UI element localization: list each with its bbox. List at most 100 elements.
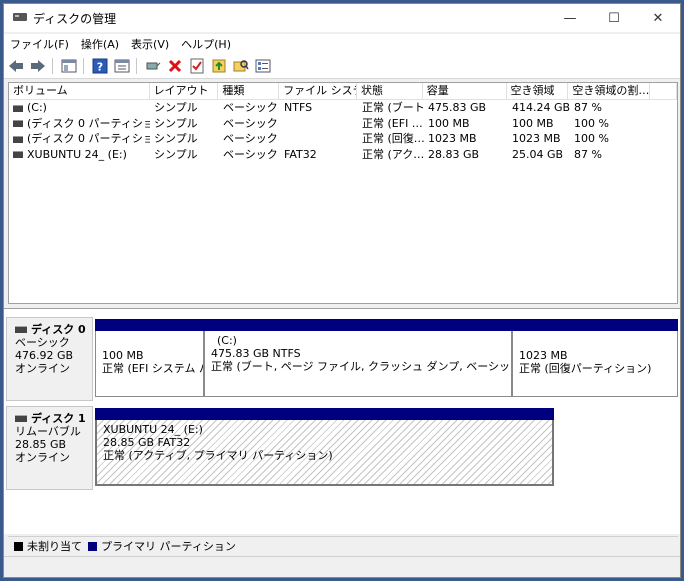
arrow-right-icon	[31, 60, 45, 72]
properties-icon	[114, 59, 130, 73]
legend-unallocated: 未割り当て	[14, 538, 82, 554]
disk-1-name: ディスク 1	[31, 412, 86, 425]
partition-title: (C:)	[217, 334, 237, 347]
maximize-button[interactable]: ☐	[592, 4, 636, 32]
table-row[interactable]: (ディスク 0 パーティション 1) シンプル ベーシック 正常 (EFI … …	[9, 116, 677, 132]
filesystem-cell	[280, 131, 358, 147]
toolbar-separator	[83, 58, 84, 74]
arrow-left-icon	[9, 60, 23, 72]
capacity-cell: 100 MB	[428, 116, 470, 130]
partition-size: 1023 MB	[519, 349, 568, 362]
disk-graphical-view: ディスク 0 ベーシック 476.92 GB オンライン 100 MB 正常 (…	[4, 308, 680, 534]
type-cell: ベーシック	[223, 101, 278, 114]
volume-name-cell: (ディスク 0 パーティション 1)	[9, 116, 150, 132]
disk-management-icon	[13, 12, 27, 24]
volume-list-header: ボリューム レイアウト 種類 ファイル システム 状態 容量 空き領域 空き領域…	[9, 83, 677, 100]
partition-size: 100 MB	[102, 349, 144, 362]
table-row[interactable]: XUBUNTU 24_ (E:) シンプル ベーシック FAT32 正常 (アク…	[9, 147, 677, 163]
svg-text:?: ?	[97, 61, 103, 74]
disk-1-size: 28.85 GB	[15, 438, 67, 451]
column-header-capacity[interactable]: 容量	[423, 83, 507, 99]
table-row[interactable]: (ディスク 0 パーティション 4) シンプル ベーシック 正常 (回復… 10…	[9, 131, 677, 147]
disk-0-partition-recovery[interactable]: 1023 MB 正常 (回復パーティション)	[512, 319, 678, 397]
disk-0-partition-c[interactable]: (C:) 475.83 GB NTFS 正常 (ブート, ページ ファイル, ク…	[204, 319, 512, 397]
capacity-cell: 28.83 GB	[428, 147, 480, 161]
legend-primary-partition: プライマリ パーティション	[88, 538, 236, 554]
filesystem-cell: NTFS	[284, 101, 313, 114]
disk-1-row: ディスク 1 リムーバブル 28.85 GB オンライン XUBUNTU 24_…	[6, 406, 678, 490]
close-button[interactable]: ✕	[636, 4, 680, 32]
help-button[interactable]: ?	[90, 56, 110, 76]
export-button[interactable]	[209, 56, 229, 76]
disk-1-partition-e[interactable]: XUBUNTU 24_ (E:) 28.85 GB FAT32 正常 (アクティ…	[95, 408, 554, 486]
free-space-cell: 25.04 GB	[512, 147, 564, 161]
volume-list: ボリューム レイアウト 種類 ファイル システム 状態 容量 空き領域 空き領域…	[8, 82, 678, 304]
column-header-free-space[interactable]: 空き領域	[507, 83, 569, 99]
type-cell: ベーシック	[223, 147, 278, 161]
disk-0-type: ベーシック	[15, 336, 70, 349]
drive-icon	[13, 151, 23, 158]
menu-help[interactable]: ヘルプ(H)	[175, 36, 237, 52]
forward-button[interactable]	[28, 56, 48, 76]
legend-swatch	[14, 541, 23, 551]
check-button[interactable]	[187, 56, 207, 76]
partition-status: 正常 (アクティブ, プライマリ パーティション)	[103, 449, 333, 462]
delete-x-icon	[168, 59, 182, 73]
disk-0-label[interactable]: ディスク 0 ベーシック 476.92 GB オンライン	[6, 317, 93, 401]
free-space-cell: 1023 MB	[512, 132, 561, 145]
menu-view[interactable]: 表示(V)	[125, 36, 175, 52]
menu-file[interactable]: ファイル(F)	[4, 36, 75, 52]
column-header-volume[interactable]: ボリューム	[9, 83, 150, 99]
search-button[interactable]	[231, 56, 251, 76]
status-cell: 正常 (ブート…	[362, 101, 424, 114]
layout-cell: シンプル	[154, 132, 198, 145]
disk-0-partition-efi[interactable]: 100 MB 正常 (EFI システム パー	[95, 319, 204, 397]
menu-action[interactable]: 操作(A)	[75, 36, 125, 52]
console-tree-button[interactable]	[59, 56, 79, 76]
toolbar-separator	[52, 58, 53, 74]
free-percent-cell: 100 %	[574, 116, 609, 130]
type-cell: ベーシック	[223, 132, 278, 145]
window-title: ディスクの管理	[33, 11, 117, 26]
volume-name-cell: (C:)	[9, 100, 150, 116]
partition-size: 475.83 GB NTFS	[211, 347, 301, 360]
capacity-cell: 475.83 GB	[428, 101, 487, 114]
drive-icon	[13, 120, 23, 127]
type-cell: ベーシック	[223, 116, 278, 130]
disk-management-window: ディスクの管理 — ☐ ✕ ファイル(F) 操作(A) 表示(V) ヘルプ(H)…	[3, 3, 681, 578]
properties-button[interactable]	[112, 56, 132, 76]
menu-bar: ファイル(F) 操作(A) 表示(V) ヘルプ(H)	[4, 34, 680, 54]
disk-1-status: オンライン	[15, 451, 70, 464]
column-header-layout[interactable]: レイアウト	[150, 83, 219, 99]
disk-1-label[interactable]: ディスク 1 リムーバブル 28.85 GB オンライン	[6, 406, 93, 490]
delete-button[interactable]	[165, 56, 185, 76]
column-header-filesystem[interactable]: ファイル システム	[279, 83, 357, 99]
column-header-free-percent[interactable]: 空き領域の割…	[568, 83, 651, 99]
filesystem-cell: FAT32	[284, 147, 317, 161]
column-header-status[interactable]: 状態	[357, 83, 423, 99]
status-cell: 正常 (アク…	[362, 147, 424, 161]
legend: 未割り当て プライマリ パーティション	[8, 536, 678, 555]
disk-1-type: リムーバブル	[15, 425, 81, 438]
export-icon	[212, 59, 226, 73]
free-percent-cell: 100 %	[574, 132, 609, 145]
list-view-button[interactable]	[253, 56, 273, 76]
free-percent-cell: 87 %	[574, 101, 602, 114]
table-row[interactable]: (C:) シンプル ベーシック NTFS 正常 (ブート… 475.83 GB …	[9, 100, 677, 116]
title-bar: ディスクの管理 — ☐ ✕	[4, 4, 680, 32]
volume-name-cell: XUBUNTU 24_ (E:)	[9, 147, 150, 163]
back-button[interactable]	[6, 56, 26, 76]
connect-drive-button[interactable]	[143, 56, 163, 76]
status-cell: 正常 (回復…	[362, 132, 424, 145]
layout-cell: シンプル	[154, 116, 198, 130]
drive-connect-icon	[146, 62, 161, 70]
disk-0-row: ディスク 0 ベーシック 476.92 GB オンライン 100 MB 正常 (…	[6, 317, 678, 401]
column-header-spacer	[650, 83, 677, 99]
column-header-type[interactable]: 種類	[218, 83, 280, 99]
disk-icon	[15, 415, 27, 422]
toolbar-separator	[136, 58, 137, 74]
minimize-button[interactable]: —	[548, 4, 592, 32]
drive-icon	[13, 135, 23, 143]
list-view-icon	[255, 59, 271, 73]
disk-0-name: ディスク 0	[31, 323, 86, 336]
